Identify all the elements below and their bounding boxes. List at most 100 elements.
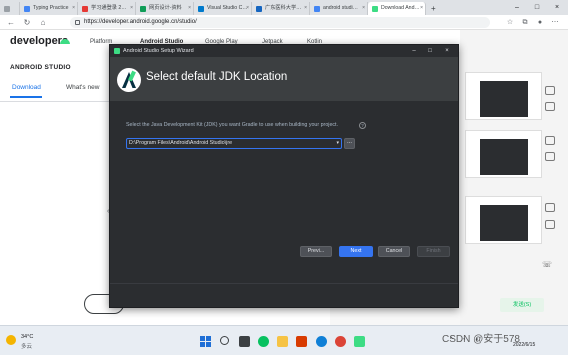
tab-favicon-icon xyxy=(24,6,30,12)
home-icon[interactable]: ⌂ xyxy=(38,17,48,28)
android-studio-icon xyxy=(114,48,120,54)
image-icon[interactable] xyxy=(545,136,555,145)
weather-temperature: 34°C xyxy=(21,334,34,340)
close-icon[interactable]: × xyxy=(188,2,191,15)
dialog-header: Select default JDK Location xyxy=(110,57,458,101)
next-button[interactable]: Next xyxy=(339,246,373,257)
chrome-icon[interactable] xyxy=(335,336,346,347)
previous-button[interactable]: Previ... xyxy=(300,246,332,257)
send-button[interactable]: 发送(S) xyxy=(500,298,544,312)
file-explorer-icon[interactable] xyxy=(277,336,288,347)
chevron-down-icon[interactable]: ▾ xyxy=(336,139,339,148)
section-title: ANDROID STUDIO xyxy=(10,64,71,71)
profile-icon[interactable]: ● xyxy=(535,17,545,28)
tab-label: Visual Studio C… xyxy=(207,5,248,11)
close-icon[interactable]: × xyxy=(362,2,365,15)
android-studio-logo-icon xyxy=(117,68,141,92)
android-icon xyxy=(60,39,70,44)
lock-icon xyxy=(75,20,80,25)
address-bar[interactable]: https://developer.android.google.cn/stud… xyxy=(70,17,490,28)
tab-strip: Typing Practice × 学习通登录 2… × 网页设计-资料 × V… xyxy=(0,0,568,15)
tab-xuexitong[interactable]: 学习通登录 2… × xyxy=(78,2,136,15)
dialog-titlebar[interactable]: Android Studio Setup Wizard – □ × xyxy=(110,45,458,57)
screenshot-thumbnail xyxy=(480,139,528,175)
help-icon[interactable]: ? xyxy=(359,122,366,129)
search-icon[interactable] xyxy=(220,336,229,345)
active-tab-indicator xyxy=(10,96,42,98)
tab-favicon-icon xyxy=(198,6,204,12)
start-icon[interactable] xyxy=(200,336,211,347)
dialog-window-title: Android Studio Setup Wizard xyxy=(123,48,194,54)
dialog-footer xyxy=(110,283,458,307)
maximize-icon[interactable]: □ xyxy=(424,45,436,57)
image-message[interactable] xyxy=(465,72,542,120)
close-icon[interactable]: × xyxy=(246,2,249,15)
screenshot-thumbnail xyxy=(480,205,528,241)
tab-label: 学习通登录 2… xyxy=(91,5,127,11)
maximize-icon[interactable]: □ xyxy=(530,0,544,15)
image-icon[interactable] xyxy=(545,86,555,95)
tab-favicon-icon xyxy=(82,6,88,12)
url-text: https://developer.android.google.cn/stud… xyxy=(84,19,197,25)
image-icon[interactable] xyxy=(545,152,555,161)
watermark: CSDN @安于578 xyxy=(442,334,520,345)
menu-icon[interactable]: ⋯ xyxy=(550,17,560,28)
jdk-description: Select the Java Development Kit (JDK) yo… xyxy=(126,122,338,128)
task-view-icon[interactable] xyxy=(239,336,250,347)
image-icon[interactable] xyxy=(545,203,555,212)
tab-label: 广东医科大学… xyxy=(265,5,302,11)
tab-visual-studio[interactable]: Visual Studio C… × xyxy=(194,2,252,15)
screenshot-thumbnail xyxy=(480,81,528,117)
tab-favicon-icon xyxy=(256,6,262,12)
jdk-path-value: D:\Program Files\Android\Android Studio\… xyxy=(129,140,233,146)
close-icon[interactable]: × xyxy=(72,2,75,15)
close-icon[interactable]: × xyxy=(420,2,423,15)
android-icon xyxy=(372,6,378,12)
favorites-icon[interactable]: ☆ xyxy=(505,17,515,28)
minimize-icon[interactable]: – xyxy=(510,0,524,15)
tab-web-design[interactable]: 网页设计-资料 × xyxy=(136,2,194,15)
android-studio-icon[interactable] xyxy=(354,336,365,347)
image-icon[interactable] xyxy=(545,102,555,111)
close-icon[interactable]: × xyxy=(304,2,307,15)
refresh-icon[interactable]: ↻ xyxy=(22,17,32,28)
edge-icon[interactable] xyxy=(316,336,327,347)
weather-icon[interactable] xyxy=(6,335,16,345)
image-message[interactable] xyxy=(465,196,542,244)
tab-university[interactable]: 广东医科大学… × xyxy=(252,2,310,15)
image-icon[interactable] xyxy=(545,220,555,229)
tab-label: Typing Practice xyxy=(33,5,69,11)
collections-icon[interactable]: ⧉ xyxy=(520,17,530,28)
developers-logo[interactable]: developers xyxy=(10,35,68,47)
close-icon[interactable]: × xyxy=(130,2,133,15)
page-icon xyxy=(4,6,10,12)
tab-download-android[interactable]: Download And… × xyxy=(368,2,426,15)
tab-label: android studi… xyxy=(323,5,358,11)
navigation-bar: ← ↻ ⌂ https://developer.android.google.c… xyxy=(0,15,568,30)
close-window-icon[interactable]: × xyxy=(550,0,564,15)
phone-icon[interactable]: ☏ xyxy=(542,260,552,269)
new-tab-button[interactable]: + xyxy=(426,2,441,15)
tab-typing-practice[interactable]: Typing Practice × xyxy=(20,2,78,15)
office-icon[interactable] xyxy=(296,336,307,347)
back-icon[interactable]: ← xyxy=(6,17,16,28)
browse-button[interactable]: ... xyxy=(344,138,355,149)
tab-android-search[interactable]: android studi… × xyxy=(310,2,368,15)
dialog-heading: Select default JDK Location xyxy=(146,71,288,83)
chat-app-icon[interactable] xyxy=(258,336,269,347)
search-icon xyxy=(314,6,320,12)
tab-label: Download And… xyxy=(381,5,420,11)
subnav-whats-new[interactable]: What's new xyxy=(66,84,99,91)
finish-button[interactable]: Finish xyxy=(417,246,450,257)
jdk-location-combobox[interactable]: D:\Program Files\Android\Android Studio\… xyxy=(126,138,342,149)
cancel-button[interactable]: Cancel xyxy=(378,246,410,257)
subnav-download[interactable]: Download xyxy=(12,84,41,91)
tab-favicon-icon xyxy=(140,6,146,12)
close-icon[interactable]: × xyxy=(441,45,453,57)
setup-wizard-dialog: Android Studio Setup Wizard – □ × Select… xyxy=(109,44,459,308)
weather-description: 多云 xyxy=(21,344,33,350)
minimize-icon[interactable]: – xyxy=(408,45,420,57)
tab-label: 网页设计-资料 xyxy=(149,5,182,11)
tab-0[interactable] xyxy=(0,2,20,15)
image-message[interactable] xyxy=(465,130,542,178)
